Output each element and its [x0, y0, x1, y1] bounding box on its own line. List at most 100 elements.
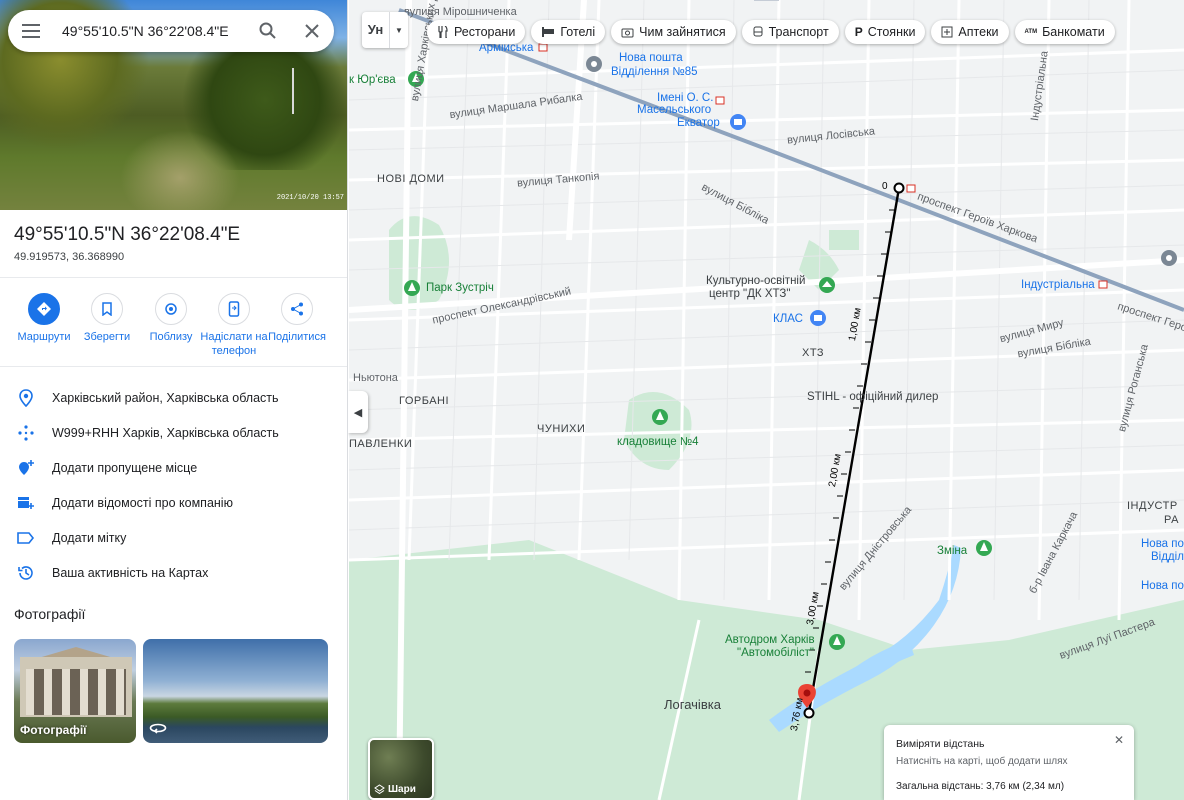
- chip-hotels[interactable]: Готелі: [531, 20, 606, 44]
- action-buttons: Маршрути Зберегти Поблизу Надіслати на т…: [0, 293, 347, 363]
- atm-icon: ATM: [1024, 29, 1038, 35]
- add-business-icon: [0, 495, 52, 511]
- map-canvas[interactable]: вулиця Мірошниченка Нова пошта Відділенн…: [349, 0, 1184, 800]
- chip-label: Банкомати: [1042, 25, 1105, 39]
- measure-total: Загальна відстань: 3,76 км (2,34 мл): [896, 781, 1065, 792]
- map-label: Відділ: [1151, 551, 1184, 563]
- chip-label: Ресторани: [454, 25, 516, 39]
- layers-button[interactable]: Шари: [368, 738, 434, 800]
- chip-pharmacies[interactable]: Аптеки: [931, 20, 1009, 44]
- shop-pin-icon[interactable]: [810, 310, 826, 326]
- map-label: Ньютона: [353, 372, 398, 384]
- mall-pin-icon[interactable]: [730, 114, 746, 130]
- map-label: Нова пошта: [1141, 580, 1184, 592]
- chip-things-to-do[interactable]: Чим зайнятися: [611, 20, 736, 44]
- nearby-icon: [155, 293, 187, 325]
- add-place-icon: [0, 459, 52, 477]
- map-label: Нова пошта: [619, 52, 683, 64]
- chip-parking[interactable]: P Стоянки: [844, 20, 926, 44]
- chevron-left-icon: ◀: [353, 406, 363, 419]
- search-box[interactable]: 49°55'10.5"N 36°22'08.4"E: [8, 10, 334, 52]
- map-label: кладовище №4: [617, 436, 699, 448]
- map-label: Імені О. С.: [657, 92, 714, 104]
- cemetery-pin-icon[interactable]: [652, 409, 668, 425]
- camera-icon: [621, 28, 634, 38]
- info-row-plus-code[interactable]: W999+RHH Харків, Харківська область: [0, 415, 347, 450]
- share-button[interactable]: Поділитися: [259, 293, 335, 344]
- green-patch-2: [829, 230, 859, 250]
- search-icon[interactable]: [246, 10, 290, 52]
- chip-atms[interactable]: ATM Банкомати: [1014, 20, 1115, 44]
- search-input[interactable]: 49°55'10.5"N 36°22'08.4"E: [54, 23, 246, 39]
- divider: [0, 277, 347, 278]
- chip-label: Транспорт: [768, 25, 829, 39]
- chip-transit[interactable]: Транспорт: [741, 20, 839, 44]
- chip-label: Аптеки: [958, 25, 999, 39]
- info-row-add-label[interactable]: Додати мітку: [0, 520, 347, 555]
- metro-icon[interactable]: [906, 184, 916, 193]
- map-label: ПАВЛЕНКИ: [349, 438, 413, 450]
- map-label: НОВІ ДОМИ: [377, 173, 445, 185]
- divider: [0, 366, 347, 367]
- restaurant-icon: [438, 26, 448, 38]
- chip-label: Готелі: [560, 25, 596, 39]
- info-row-add-business[interactable]: Додати відомості про компанію: [0, 485, 347, 520]
- bookmark-icon: [91, 293, 123, 325]
- hamburger-icon[interactable]: [8, 10, 54, 52]
- hero-path: [120, 130, 240, 210]
- map-language-selector[interactable]: Ун ▼: [362, 12, 408, 48]
- map-label: Нова пошта: [1141, 538, 1184, 550]
- info-text: W999+RHH Харків, Харківська область: [52, 425, 279, 440]
- info-text: Ваша активність на Картах: [52, 565, 209, 580]
- place-title: 49°55'10.5"N 36°22'08.4"E: [14, 224, 241, 245]
- category-chips: Ресторани Готелі Чим зайнятися Транспорт…: [427, 20, 1115, 44]
- measure-distance-card: Виміряти відстань Натисніть на карті, що…: [884, 725, 1134, 800]
- map-label: Екватор: [677, 117, 720, 129]
- pharmacy-icon: [941, 26, 953, 38]
- label-icon: [0, 531, 52, 544]
- measure-start-point[interactable]: [893, 182, 905, 194]
- metro-icon[interactable]: [1098, 280, 1108, 289]
- metro-icon[interactable]: [715, 96, 725, 105]
- post-office-pin-icon[interactable]: [586, 56, 602, 72]
- photo-building-columns: [26, 669, 126, 715]
- map-label: ЧУНИХИ: [537, 423, 586, 435]
- plus-code-icon: [0, 424, 52, 441]
- photo-caption: Фотографії: [20, 723, 87, 737]
- park-zustrich-pin-icon[interactable]: [404, 280, 420, 296]
- place-decimal-coords: 49.919573, 36.368990: [14, 251, 125, 263]
- map-label: Зміна: [937, 545, 968, 557]
- autodrome-pin-icon[interactable]: [829, 634, 845, 650]
- measure-end-point[interactable]: [803, 707, 815, 719]
- place-panel: 2021/10/20 13:57 49°55'10.5"N 36°22'08.4…: [0, 0, 348, 800]
- info-row-address[interactable]: Харківський район, Харківська область: [0, 380, 347, 415]
- map-label: STIHL - офіційний дилер: [807, 391, 939, 403]
- metro-icon[interactable]: [538, 43, 548, 52]
- photos-heading: Фотографії: [14, 606, 86, 622]
- info-row-add-place[interactable]: Додати пропущене місце: [0, 450, 347, 485]
- photo-360-thumbnail[interactable]: [143, 639, 328, 743]
- info-list: Харківський район, Харківська область W9…: [0, 380, 347, 590]
- photo-timestamp: 2021/10/20 13:57: [276, 194, 344, 202]
- culture-pin-icon[interactable]: [819, 277, 835, 293]
- map-label: "Автомобіліст": [737, 647, 814, 659]
- map-label: Парк Зустріч: [426, 282, 494, 294]
- info-row-activity[interactable]: Ваша активність на Картах: [0, 555, 347, 590]
- close-icon[interactable]: ✕: [1114, 733, 1124, 747]
- hotel-icon: [542, 27, 555, 37]
- collapse-panel-button[interactable]: ◀: [348, 391, 368, 433]
- hero-pole: [292, 68, 294, 114]
- photo-thumbnail[interactable]: Фотографії: [14, 639, 136, 743]
- chip-restaurants[interactable]: Ресторани: [427, 20, 526, 44]
- measure-hint: Натисніть на карті, щоб додати шлях: [896, 756, 1068, 767]
- send-to-phone-icon: [218, 293, 250, 325]
- layers-label-wrap: Шари: [374, 784, 416, 795]
- zmina-pin-icon[interactable]: [976, 540, 992, 556]
- layers-label: Шари: [388, 784, 416, 795]
- info-text: Додати мітку: [52, 530, 127, 545]
- map-label: вулиця Мірошниченка: [404, 6, 517, 18]
- layers-icon: [374, 784, 385, 795]
- info-text: Додати пропущене місце: [52, 460, 198, 475]
- generic-pin-icon[interactable]: [1161, 250, 1177, 266]
- close-icon[interactable]: [290, 10, 334, 52]
